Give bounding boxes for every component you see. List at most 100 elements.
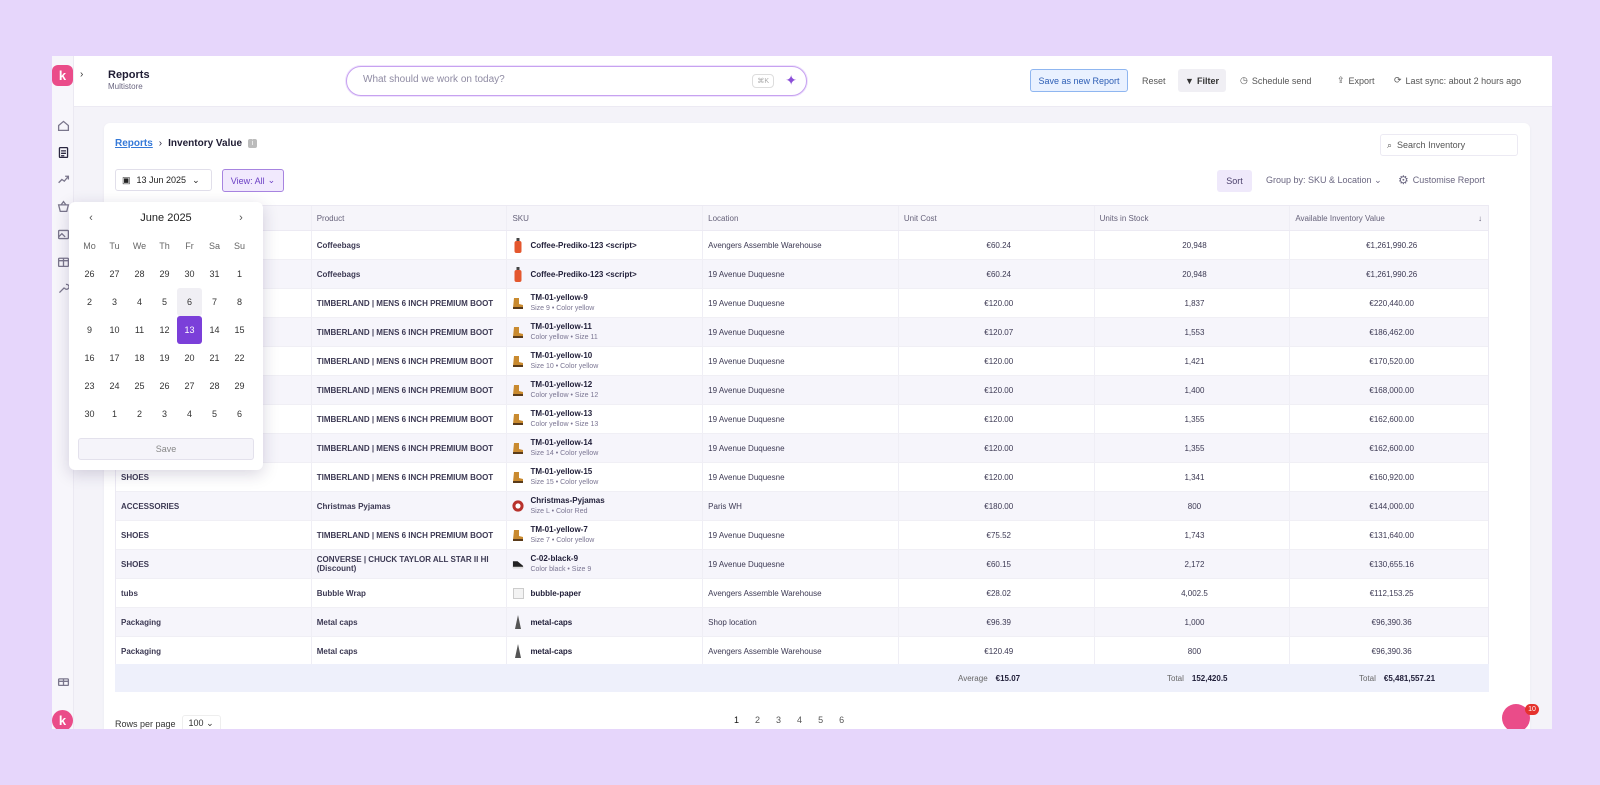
page-6-link[interactable]: 6 <box>839 715 844 725</box>
page-1-link[interactable]: 1 <box>734 715 739 725</box>
wrench-icon[interactable] <box>56 281 70 295</box>
calendar-day[interactable]: 8 <box>227 288 252 316</box>
rows-per-page-select[interactable]: 100 ⌄ <box>181 715 221 729</box>
view-filter-button[interactable]: View: All ⌄ <box>222 169 284 192</box>
column-header-sku[interactable]: SKU <box>507 206 704 230</box>
calendar-day[interactable]: 3 <box>152 400 177 428</box>
calendar-day[interactable]: 1 <box>102 400 127 428</box>
table-row[interactable]: TIMBERLAND | MENS 6 INCH PREMIUM BOOT TM-… <box>116 347 1488 376</box>
calendar-day[interactable]: 5 <box>202 400 227 428</box>
calendar-day[interactable]: 18 <box>127 344 152 372</box>
table-row[interactable]: TIMBERLAND | MENS 6 INCH PREMIUM BOOT TM-… <box>116 434 1488 463</box>
calendar-day[interactable]: 11 <box>127 316 152 344</box>
page-2-link[interactable]: 2 <box>755 715 760 725</box>
calendar-day[interactable]: 2 <box>77 288 102 316</box>
calendar-day[interactable]: 22 <box>227 344 252 372</box>
calendar-day[interactable]: 15 <box>227 316 252 344</box>
calendar-day[interactable]: 30 <box>77 400 102 428</box>
calendar-day[interactable]: 5 <box>152 288 177 316</box>
calendar-day[interactable]: 7 <box>202 288 227 316</box>
column-header-unit-cost[interactable]: Unit Cost <box>899 206 1095 230</box>
calendar-day[interactable]: 26 <box>152 372 177 400</box>
calendar-day[interactable]: 20 <box>177 344 202 372</box>
calendar-day[interactable]: 6 <box>177 288 202 316</box>
home-icon[interactable] <box>56 118 70 132</box>
column-header-product[interactable]: Product <box>312 206 508 230</box>
table-row[interactable]: SHOES CONVERSE | CHUCK TAYLOR ALL STAR II… <box>116 550 1488 579</box>
customise-report-button[interactable]: ⚙ Customise Report <box>1398 173 1485 187</box>
calendar-day[interactable]: 2 <box>127 400 152 428</box>
calendar-day[interactable]: 23 <box>77 372 102 400</box>
export-button[interactable]: ⇪ Export <box>1337 69 1375 92</box>
table-row[interactable]: Packaging Metal caps metal-caps Avengers As… <box>116 637 1488 666</box>
table-row[interactable]: TIMBERLAND | MENS 6 INCH PREMIUM BOOT TM-… <box>116 376 1488 405</box>
calendar-day[interactable]: 4 <box>177 400 202 428</box>
calendar-day[interactable]: 1 <box>227 260 252 288</box>
table-row[interactable]: SHOES TIMBERLAND | MENS 6 INCH PREMIUM BO… <box>116 463 1488 492</box>
table-row[interactable]: tubs Bubble Wrap bubble-paper Avengers Asse… <box>116 579 1488 608</box>
trend-icon[interactable] <box>56 172 70 186</box>
box-icon[interactable] <box>56 254 70 268</box>
image-icon[interactable] <box>56 227 70 241</box>
next-month-button[interactable]: › <box>233 210 249 226</box>
filter-button[interactable]: ▼ Filter <box>1178 69 1226 92</box>
calendar-day[interactable]: 21 <box>202 344 227 372</box>
calendar-day[interactable]: 3 <box>102 288 127 316</box>
calendar-day[interactable]: 10 <box>102 316 127 344</box>
breadcrumb-reports-link[interactable]: Reports <box>115 138 153 149</box>
calendar-day[interactable]: 28 <box>202 372 227 400</box>
page-4-link[interactable]: 4 <box>797 715 802 725</box>
ai-prompt-input[interactable] <box>363 74 743 85</box>
calendar-day[interactable]: 30 <box>177 260 202 288</box>
calendar-day[interactable]: 26 <box>77 260 102 288</box>
column-header-units[interactable]: Units in Stock <box>1095 206 1291 230</box>
calendar-day[interactable]: 28 <box>127 260 152 288</box>
calendar-day[interactable]: 25 <box>127 372 152 400</box>
sort-button[interactable]: Sort <box>1217 170 1252 192</box>
column-header-value[interactable]: Available Inventory Value ↓ <box>1290 206 1488 230</box>
calendar-day[interactable]: 31 <box>202 260 227 288</box>
calendar-day-selected[interactable]: 13 <box>177 316 202 344</box>
calendar-day[interactable]: 16 <box>77 344 102 372</box>
calendar-day[interactable]: 4 <box>127 288 152 316</box>
brand-logo[interactable]: k <box>52 65 73 86</box>
page-5-link[interactable]: 5 <box>818 715 823 725</box>
sync-status[interactable]: ⟳ Last sync: about 2 hours ago <box>1394 69 1521 92</box>
table-row[interactable]: Packaging Metal caps metal-caps Shop locati… <box>116 608 1488 637</box>
column-header-location[interactable]: Location <box>703 206 899 230</box>
table-row[interactable]: SHOES TIMBERLAND | MENS 6 INCH PREMIUM BO… <box>116 521 1488 550</box>
calendar-day[interactable]: 17 <box>102 344 127 372</box>
table-row[interactable]: TIMBERLAND | MENS 6 INCH PREMIUM BOOT TM-… <box>116 405 1488 434</box>
info-icon[interactable]: i <box>248 139 258 148</box>
calendar-save-button[interactable]: Save <box>78 438 254 460</box>
calendar-day[interactable]: 24 <box>102 372 127 400</box>
calendar-day[interactable]: 14 <box>202 316 227 344</box>
sparkle-icon[interactable]: ✦ <box>785 72 797 89</box>
calendar-day[interactable]: 29 <box>227 372 252 400</box>
save-as-new-report-button[interactable]: Save as new Report <box>1030 69 1128 92</box>
page-3-link[interactable]: 3 <box>776 715 781 725</box>
table-row[interactable]: Coffeebags Coffee-Prediko-123 <script> Ave… <box>116 231 1488 260</box>
schedule-send-button[interactable]: ◷ Schedule send <box>1240 69 1311 92</box>
reset-button[interactable]: Reset <box>1142 69 1166 92</box>
calendar-day[interactable]: 19 <box>152 344 177 372</box>
calendar-day[interactable]: 12 <box>152 316 177 344</box>
document-icon[interactable] <box>56 145 70 159</box>
prev-month-button[interactable]: ‹ <box>83 210 99 226</box>
user-avatar[interactable]: k <box>52 710 73 729</box>
date-picker-button[interactable]: ▣ 13 Jun 2025 ⌄ <box>115 169 212 191</box>
gift-icon[interactable] <box>56 673 70 687</box>
calendar-day[interactable]: 27 <box>177 372 202 400</box>
calendar-day[interactable]: 9 <box>77 316 102 344</box>
calendar-day[interactable]: 27 <box>102 260 127 288</box>
expand-sidebar-icon[interactable]: › <box>80 69 83 80</box>
table-row[interactable]: TIMBERLAND | MENS 6 INCH PREMIUM BOOT TM-… <box>116 289 1488 318</box>
calendar-day[interactable]: 29 <box>152 260 177 288</box>
table-row[interactable]: TIMBERLAND | MENS 6 INCH PREMIUM BOOT TM-… <box>116 318 1488 347</box>
calendar-day[interactable]: 6 <box>227 400 252 428</box>
basket-icon[interactable] <box>56 199 70 213</box>
group-by-dropdown[interactable]: Group by: SKU & Location ⌄ <box>1266 175 1382 186</box>
table-row[interactable]: ACCESSORIES Christmas Pyjamas Christmas-Py… <box>116 492 1488 521</box>
search-inventory-field[interactable]: ⌕ Search Inventory <box>1380 134 1518 156</box>
table-row[interactable]: Coffeebags Coffee-Prediko-123 <script> 19 … <box>116 260 1488 289</box>
